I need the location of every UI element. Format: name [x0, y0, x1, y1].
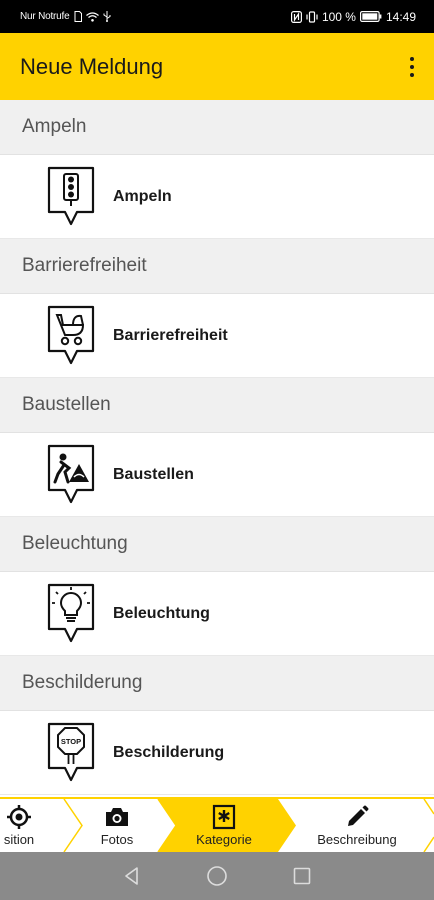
step-position[interactable]: sition [0, 799, 56, 852]
vibrate-icon [306, 10, 318, 23]
back-icon[interactable] [122, 866, 142, 886]
overflow-dot [410, 65, 414, 69]
lightbulb-icon [47, 583, 95, 645]
overflow-dot [410, 73, 414, 77]
camera-icon [104, 804, 130, 830]
svg-text:STOP: STOP [61, 737, 81, 746]
battery-percent: 100 % [321, 9, 356, 24]
section-header-barrierefreiheit: Barrierefreiheit [0, 239, 434, 294]
category-asterisk-icon [211, 804, 237, 830]
category-item-label: Beschilderung [113, 743, 225, 761]
sim-icon [74, 11, 82, 22]
traffic-light-icon [47, 166, 95, 228]
section-header-beschilderung: Beschilderung [0, 656, 434, 711]
category-item-beleuchtung[interactable]: Beleuchtung [0, 572, 434, 656]
status-bar: Nur Notrufe 100 % 14:49 [0, 0, 434, 33]
category-item-label: Beleuchtung [113, 604, 210, 622]
category-item-label: Ampeln [113, 187, 172, 205]
step-kategorie[interactable]: Kategorie [176, 799, 272, 852]
step-beschreibung[interactable]: Beschreibung [300, 799, 414, 852]
usb-icon [103, 11, 111, 22]
step-navigation: sition Fotos Kategorie Beschreibung [0, 797, 434, 852]
nfc-icon [290, 10, 302, 23]
status-left: Nur Notrufe [20, 11, 111, 22]
status-carrier-text: Nur Notrufe [20, 11, 70, 22]
section-header-baustellen: Baustellen [0, 378, 434, 433]
category-item-baustellen[interactable]: Baustellen [0, 433, 434, 517]
section-header-beleuchtung: Beleuchtung [0, 517, 434, 572]
category-item-label: Baustellen [113, 465, 194, 483]
category-item-ampeln[interactable]: Ampeln [0, 155, 434, 239]
wifi-icon [85, 11, 99, 22]
section-header-ampeln: Ampeln [0, 100, 434, 155]
category-item-barrierefreiheit[interactable]: Barrierefreiheit [0, 294, 434, 378]
status-right: 100 % 14:49 [290, 9, 416, 24]
step-label: Fotos [100, 832, 134, 847]
battery-icon [359, 11, 382, 22]
construction-icon [47, 444, 95, 506]
step-label: Beschreibung [317, 832, 397, 847]
status-time: 14:49 [385, 9, 416, 24]
page-title: Neue Meldung [20, 53, 164, 79]
pencil-icon [344, 804, 370, 830]
overflow-menu-icon[interactable] [404, 53, 420, 81]
stroller-icon [47, 305, 95, 367]
stop-sign-icon: STOP [47, 722, 95, 784]
category-item-label: Barrierefreiheit [113, 326, 228, 344]
system-navigation-bar [0, 852, 434, 900]
category-item-beschilderung[interactable]: STOP Beschilderung [0, 711, 434, 795]
home-icon[interactable] [206, 865, 228, 887]
category-list[interactable]: Ampeln Ampeln Barrierefreiheit Barrieref… [0, 100, 434, 797]
step-label: Kategorie [196, 832, 252, 847]
app-bar: Neue Meldung [0, 33, 434, 100]
location-target-icon [6, 804, 32, 830]
step-fotos[interactable]: Fotos [82, 799, 152, 852]
recents-icon[interactable] [292, 866, 312, 886]
overflow-dot [410, 57, 414, 61]
step-label: sition [3, 832, 35, 847]
